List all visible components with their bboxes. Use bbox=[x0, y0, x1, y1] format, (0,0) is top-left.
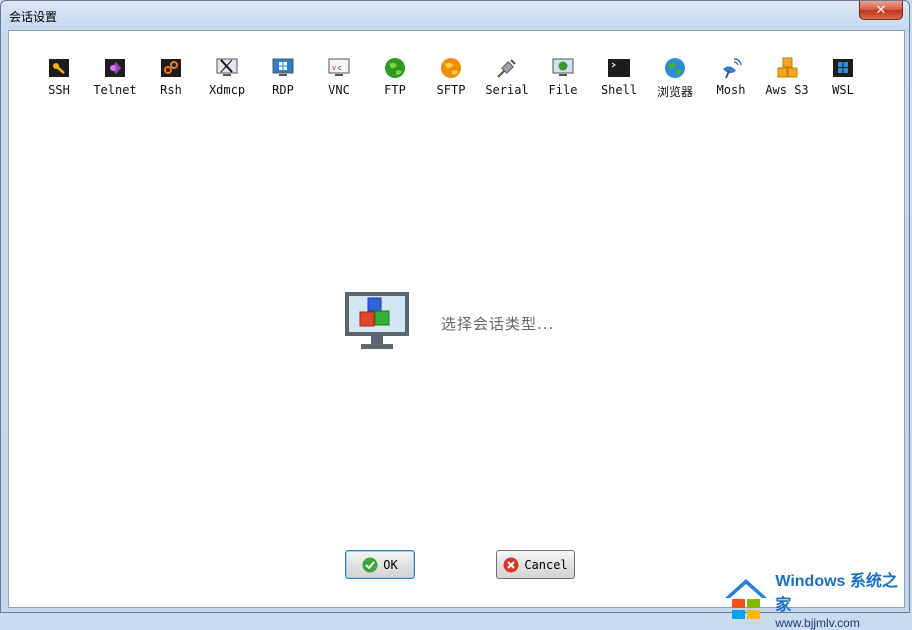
serial-plug-icon bbox=[496, 57, 518, 79]
session-type-toolbar: SSH Telnet Rsh Xdmcp RDP v c VNC FTP SFT… bbox=[31, 57, 871, 100]
session-type-label: Xdmcp bbox=[208, 83, 246, 97]
sftp-globe-icon bbox=[440, 57, 462, 79]
session-type-label: File bbox=[548, 83, 578, 97]
session-type-browser[interactable]: 浏览器 bbox=[647, 57, 703, 100]
svg-text:c: c bbox=[338, 64, 342, 72]
session-type-vnc[interactable]: vc VNC bbox=[311, 57, 367, 100]
cancel-icon bbox=[503, 557, 519, 572]
check-icon bbox=[362, 557, 378, 572]
telnet-icon bbox=[104, 57, 126, 79]
session-type-ssh[interactable]: SSH bbox=[31, 57, 87, 100]
windows-logo-icon bbox=[725, 578, 767, 619]
dialog-client-area: SSH Telnet Rsh Xdmcp RDP v c VNC FTP SFT… bbox=[8, 30, 905, 608]
session-type-label: WSL bbox=[832, 83, 854, 97]
session-type-label: SSH bbox=[48, 83, 70, 97]
rdp-icon bbox=[272, 57, 294, 79]
ftp-globe-icon bbox=[384, 57, 406, 79]
watermark-url: www.bjjmlv.com bbox=[775, 616, 860, 630]
session-settings-window: 会话设置 ✕ SSH Telnet Rsh Xdmcp RDP v c VNC … bbox=[0, 0, 910, 630]
ok-button[interactable]: OK bbox=[345, 550, 415, 579]
browser-globe-icon bbox=[664, 57, 686, 79]
session-type-label: 浏览器 bbox=[656, 85, 693, 99]
session-type-rdp[interactable]: RDP bbox=[255, 57, 311, 100]
session-type-file[interactable]: File bbox=[535, 57, 591, 100]
session-type-shell[interactable]: Shell bbox=[591, 57, 647, 100]
session-type-label: Rsh bbox=[160, 83, 182, 97]
vnc-icon: vc bbox=[328, 57, 350, 79]
close-button[interactable]: ✕ bbox=[859, 1, 903, 20]
session-type-label: SFTP bbox=[436, 83, 466, 97]
session-type-sftp[interactable]: SFTP bbox=[423, 57, 479, 100]
watermark: Windows 系统之家 www.bjjmlv.com bbox=[723, 567, 909, 630]
session-type-rsh[interactable]: Rsh bbox=[143, 57, 199, 100]
session-type-label: RDP bbox=[272, 83, 294, 97]
session-type-label: FTP bbox=[384, 83, 406, 97]
session-type-label: Telnet bbox=[93, 83, 137, 97]
session-type-ftp[interactable]: FTP bbox=[367, 57, 423, 100]
session-type-label: Aws S3 bbox=[765, 83, 809, 97]
close-icon: ✕ bbox=[875, 2, 887, 18]
ok-button-label: OK bbox=[383, 557, 398, 572]
session-monitor-icon bbox=[344, 291, 410, 359]
xdmcp-icon bbox=[216, 57, 238, 79]
aws-cubes-icon bbox=[776, 57, 798, 79]
key-icon bbox=[48, 57, 70, 79]
session-type-label: Serial bbox=[485, 83, 529, 97]
rsh-icon bbox=[160, 57, 182, 79]
session-type-wsl[interactable]: WSL bbox=[815, 57, 871, 100]
select-session-type-hint: 选择会话类型... bbox=[441, 315, 555, 333]
mosh-satellite-icon bbox=[720, 57, 742, 79]
window-title: 会话设置 bbox=[9, 10, 58, 24]
cancel-button-label: Cancel bbox=[524, 557, 568, 572]
cancel-button[interactable]: Cancel bbox=[496, 550, 575, 579]
session-type-label: Mosh bbox=[716, 83, 746, 97]
session-type-telnet[interactable]: Telnet bbox=[87, 57, 143, 100]
session-type-label: Shell bbox=[600, 83, 638, 97]
session-type-xdmcp[interactable]: Xdmcp bbox=[199, 57, 255, 100]
file-monitor-icon bbox=[552, 57, 574, 79]
session-type-label: VNC bbox=[328, 83, 350, 97]
session-type-serial[interactable]: Serial bbox=[479, 57, 535, 100]
session-type-mosh[interactable]: Mosh bbox=[703, 57, 759, 100]
svg-text:v: v bbox=[332, 64, 336, 72]
watermark-brand: Windows bbox=[775, 573, 846, 590]
session-type-aws-s3[interactable]: Aws S3 bbox=[759, 57, 815, 100]
shell-terminal-icon bbox=[608, 57, 630, 79]
wsl-windows-icon bbox=[832, 57, 854, 79]
